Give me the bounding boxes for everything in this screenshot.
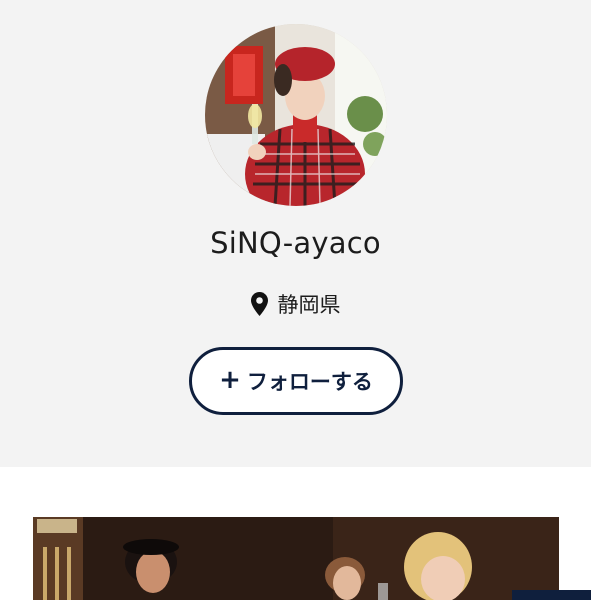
follow-button[interactable]: + フォローする bbox=[189, 347, 403, 415]
post-image bbox=[33, 517, 559, 600]
avatar-image bbox=[205, 24, 387, 206]
username: SiNQ-ayaco bbox=[210, 226, 381, 260]
plus-icon: + bbox=[219, 365, 241, 395]
follow-label: フォローする bbox=[246, 370, 373, 394]
location: 静岡県 bbox=[0, 289, 591, 319]
corner-tab[interactable] bbox=[512, 590, 591, 600]
avatar[interactable] bbox=[205, 24, 387, 206]
map-pin-icon bbox=[250, 292, 268, 316]
post-photo[interactable] bbox=[33, 517, 559, 600]
location-label: 静岡県 bbox=[277, 293, 341, 317]
profile-header: SiNQ-ayaco 静岡県 + フォローする bbox=[0, 0, 591, 467]
